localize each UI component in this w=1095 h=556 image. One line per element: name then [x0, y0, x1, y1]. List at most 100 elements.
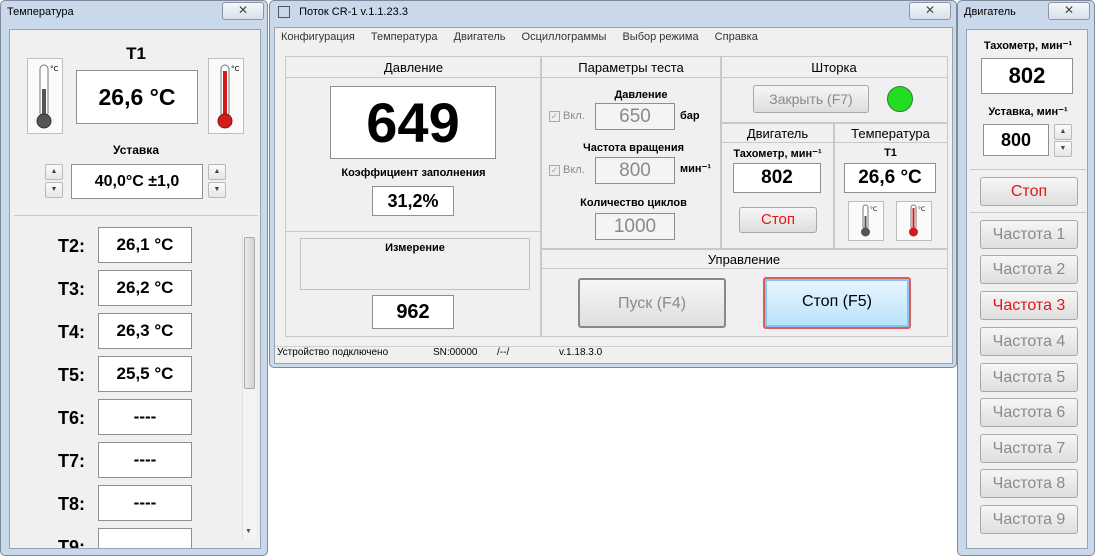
shutter-status-indicator — [887, 86, 913, 112]
scroll-down-arrow-icon[interactable]: ▼ — [245, 528, 252, 535]
frequency-5-button[interactable]: Частота 5 — [980, 363, 1078, 392]
divider — [286, 77, 541, 78]
control-header: Управление — [707, 252, 781, 267]
pressure-panel: Давление 649 Коэффициент заполнения 31,2… — [285, 56, 542, 337]
setpoint-value-field[interactable]: 40,0°C ±1,0 — [71, 164, 203, 199]
svg-text:°C: °C — [50, 65, 59, 73]
divider — [970, 212, 1086, 213]
tacho-value: 802 — [981, 58, 1073, 94]
status-bar: Устройство подключено SN:00000 /--/ v.1.… — [275, 346, 952, 363]
sensor-value: 26,1 °C — [98, 227, 192, 263]
test-pressure-field[interactable]: 650 — [595, 103, 675, 130]
control-panel: Управление Пуск (F4) Стоп (F5) — [540, 248, 948, 337]
measurement-value: 962 — [372, 295, 454, 329]
setpoint-fine-down-button[interactable]: ▼ — [208, 182, 226, 198]
start-button[interactable]: Пуск (F4) — [578, 278, 726, 328]
menu-item-configuration[interactable]: Конфигурация — [281, 31, 355, 43]
motor-stop-button[interactable]: Стоп — [980, 177, 1078, 206]
shutter-header: Шторка — [811, 60, 857, 75]
t1-value: 26,6 °C — [844, 163, 936, 193]
cycles-field[interactable]: 1000 — [595, 213, 675, 240]
setpoint-down-button[interactable]: ▼ — [1054, 141, 1072, 157]
motor-window-titlebar[interactable]: Двигатель ✕ — [958, 1, 1094, 23]
temperature-panel: T1 °C 26,6 °C °C Уставка ▲ ▼ 40,0°C ±1,0… — [9, 29, 261, 549]
frequency-3-button[interactable]: Частота 3 — [980, 291, 1078, 320]
test-params-header: Параметры теста — [578, 60, 684, 75]
thermometer-cold-icon: °C — [27, 58, 63, 134]
setpoint-coarse-up-button[interactable]: ▲ — [45, 164, 63, 180]
shutter-panel: Шторка Закрыть (F7) — [720, 56, 948, 124]
setpoint-fine-up-button[interactable]: ▲ — [208, 164, 226, 180]
pressure-enabled-checkbox[interactable]: ✓ — [549, 111, 560, 122]
menu-item-motor[interactable]: Двигатель — [454, 31, 506, 43]
t1-label: T1 — [884, 147, 897, 159]
frequency-6-button[interactable]: Частота 6 — [980, 398, 1078, 427]
divider — [721, 142, 834, 143]
divider — [541, 268, 947, 269]
status-slot: /--/ — [497, 347, 510, 358]
frequency-7-button[interactable]: Частота 7 — [980, 434, 1078, 463]
stop-button[interactable]: Стоп (F5) — [763, 277, 911, 329]
frequency-1-button[interactable]: Частота 1 — [980, 220, 1078, 249]
thermometer-hot-icon: °C — [896, 201, 932, 241]
setpoint-up-button[interactable]: ▲ — [1054, 124, 1072, 140]
motor-stop-button[interactable]: Стоп — [739, 207, 817, 233]
shutter-close-button[interactable]: Закрыть (F7) — [753, 85, 869, 113]
tacho-value: 802 — [733, 163, 821, 193]
sensor-value: 26,2 °C — [98, 270, 192, 306]
speed-setpoint-field[interactable]: 800 — [983, 124, 1049, 156]
sensor-list-scrollbar[interactable]: ▼ — [242, 234, 257, 540]
frequency-8-button[interactable]: Частота 8 — [980, 469, 1078, 498]
main-window: Поток CR-1 v.1.1.23.3 ✕ Конфигурация Тем… — [269, 0, 957, 368]
frequency-9-button[interactable]: Частота 9 — [980, 505, 1078, 534]
motor-side-panel: Тахометр, мин⁻¹ 802 Уставка, мин⁻¹ 800 ▲… — [966, 29, 1088, 549]
frequency-2-button[interactable]: Частота 2 — [980, 255, 1078, 284]
temperature-window: Температура ✕ T1 °C 26,6 °C °C Уставка ▲… — [0, 0, 268, 556]
svg-text:°C: °C — [231, 65, 240, 73]
measurement-box: Измерение — [300, 238, 530, 290]
enabled-label: Вкл. — [563, 110, 585, 122]
main-window-titlebar[interactable]: Поток CR-1 v.1.1.23.3 ✕ — [270, 1, 956, 23]
scrollbar-thumb[interactable] — [244, 237, 255, 389]
motor-panel: Двигатель Тахометр, мин⁻¹ 802 Стоп — [720, 122, 835, 250]
divider — [834, 142, 947, 143]
sensor-list: T2: 26,1 °C T3: 26,2 °C T4: 26,3 °C T5: … — [10, 222, 242, 548]
temperature-window-titlebar[interactable]: Температура ✕ — [1, 1, 267, 23]
svg-text:°C: °C — [870, 206, 877, 213]
pressure-header: Давление — [383, 60, 444, 75]
divider — [14, 215, 258, 216]
divider — [541, 77, 721, 78]
test-speed-field[interactable]: 800 — [595, 157, 675, 184]
status-connection: Устройство подключено — [277, 347, 389, 358]
window-title: Поток CR-1 v.1.1.23.3 — [299, 6, 408, 18]
motor-header: Двигатель — [746, 126, 809, 141]
sensor-value: ---- — [98, 442, 192, 478]
sensor-label: T6: — [58, 408, 85, 428]
motor-window: Двигатель ✕ Тахометр, мин⁻¹ 802 Уставка,… — [957, 0, 1095, 556]
sensor-label: T3: — [58, 279, 85, 299]
window-title: Двигатель — [964, 6, 1016, 18]
menu-bar: Конфигурация Температура Двигатель Осцил… — [281, 31, 771, 43]
sensor-value: ---- — [98, 485, 192, 521]
status-serial: SN:00000 — [433, 347, 478, 358]
temperature-header: Температура — [851, 126, 930, 141]
close-icon[interactable]: ✕ — [909, 2, 951, 20]
sensor-label: T8: — [58, 494, 85, 514]
fill-factor-value: 31,2% — [372, 186, 454, 216]
setpoint-coarse-down-button[interactable]: ▼ — [45, 182, 63, 198]
tacho-label: Тахометр, мин⁻¹ — [983, 40, 1073, 52]
close-icon[interactable]: ✕ — [222, 2, 264, 20]
menu-item-oscillograms[interactable]: Осциллограммы — [522, 31, 607, 43]
test-params-panel: Параметры теста Давление ✓ Вкл. 650 бар … — [540, 56, 722, 250]
menu-item-mode-select[interactable]: Выбор режима — [622, 31, 698, 43]
speed-enabled-checkbox[interactable]: ✓ — [549, 165, 560, 176]
menu-item-temperature[interactable]: Температура — [371, 31, 438, 43]
sensor-value — [98, 528, 192, 548]
speed-setpoint-label: Уставка, мин⁻¹ — [988, 106, 1068, 118]
menu-item-help[interactable]: Справка — [715, 31, 758, 43]
close-icon[interactable]: ✕ — [1048, 2, 1090, 20]
frequency-4-button[interactable]: Частота 4 — [980, 327, 1078, 356]
sensor-label: T2: — [58, 236, 85, 256]
speed-label: Частота вращения — [582, 142, 685, 154]
thermometer-cold-icon: °C — [848, 201, 884, 241]
